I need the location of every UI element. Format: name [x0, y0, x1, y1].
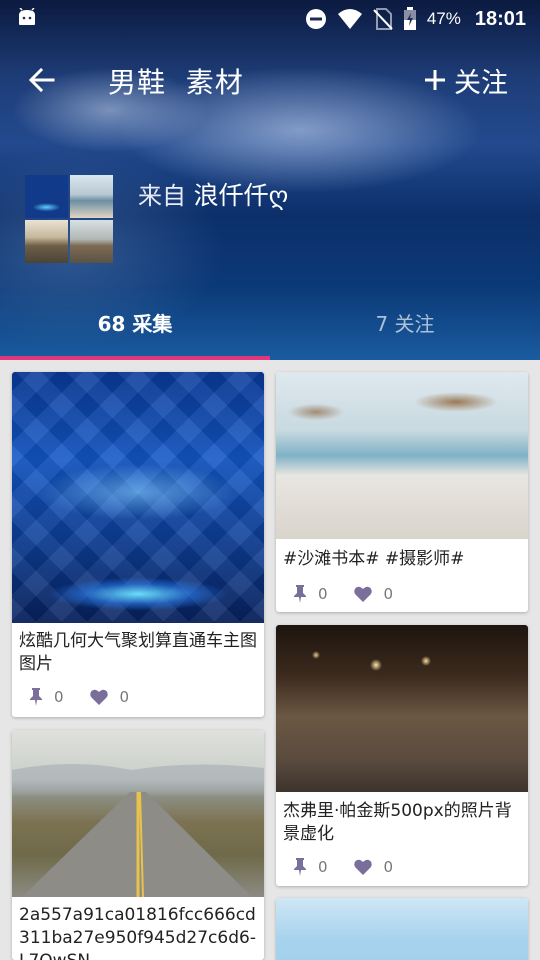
arrow-back-icon	[29, 68, 55, 92]
pin-count: 0	[318, 585, 328, 603]
board-cover-collage	[25, 175, 113, 263]
pin-card[interactable]: 杰弗里·帕金斯500px的照片背景虚化 0 0	[276, 625, 528, 886]
pin-meta: 0 0	[294, 585, 419, 603]
pin-caption: #沙滩书本# #摄影师#	[283, 549, 465, 569]
pin-card[interactable]	[276, 898, 528, 960]
pin-image[interactable]	[276, 372, 528, 539]
tab-collect[interactable]: 68 采集	[0, 308, 270, 337]
pin-icon	[30, 688, 42, 706]
pin-image[interactable]	[276, 898, 528, 960]
tab-indicator	[0, 356, 270, 360]
like-count: 0	[119, 688, 130, 706]
cover-thumb	[25, 175, 68, 218]
android-icon	[19, 8, 35, 25]
pin-count: 0	[54, 688, 64, 706]
pin-icon	[294, 585, 306, 603]
no-sim-icon	[373, 8, 393, 30]
do-not-disturb-icon	[305, 9, 326, 29]
cover-thumb	[25, 220, 68, 263]
heart-icon[interactable]	[353, 859, 372, 875]
like-count: 0	[383, 585, 394, 603]
wifi-icon	[337, 9, 362, 29]
pin-count: 0	[318, 858, 328, 876]
pin-caption: 2a557a91ca01816fcc666cd311ba27e950f945d2…	[19, 905, 256, 960]
clock: 18:01	[474, 7, 526, 30]
author-link[interactable]: 浪仟仟ღ	[194, 181, 289, 210]
board-tabs: 68 采集 7 关注	[0, 308, 540, 344]
tab-followers[interactable]: 7 关注	[270, 308, 540, 337]
pin-card[interactable]: 2a557a91ca01816fcc666cd311ba27e950f945d2…	[12, 730, 264, 960]
page-title: 男鞋 素材	[108, 66, 244, 99]
cover-thumb	[70, 220, 113, 263]
pin-image[interactable]	[276, 625, 528, 792]
pin-image[interactable]	[12, 372, 264, 623]
battery-percent: 47%	[426, 9, 461, 28]
heart-icon[interactable]	[89, 689, 108, 705]
heart-icon[interactable]	[353, 586, 372, 602]
battery-icon	[403, 7, 416, 30]
back-button[interactable]	[22, 60, 62, 100]
cover-thumb	[70, 175, 113, 218]
follow-button[interactable]: 关注	[424, 60, 508, 100]
status-bar: 47% 18:01	[0, 0, 540, 38]
road-image-detail	[12, 764, 264, 897]
pin-image[interactable]	[12, 730, 264, 897]
pin-card[interactable]: #沙滩书本# #摄影师# 0 0	[276, 372, 528, 612]
pin-caption: 炫酷几何大气聚划算直通车主图图片	[19, 631, 257, 674]
plus-icon	[425, 70, 445, 90]
board-header: 47% 18:01 男鞋 素材 关注 来自 浪仟仟ღ 68 采集 7 关注	[0, 0, 540, 360]
source-prefix: 来自	[138, 182, 186, 210]
pin-card[interactable]: 炫酷几何大气聚划算直通车主图图片 0 0	[12, 372, 264, 717]
pin-icon	[294, 858, 306, 876]
like-count: 0	[383, 858, 394, 876]
pin-caption: 杰弗里·帕金斯500px的照片背景虚化	[283, 801, 512, 844]
pin-meta: 0 0	[294, 858, 419, 876]
follow-label: 关注	[454, 67, 508, 99]
toolbar: 男鞋 素材 关注	[0, 52, 540, 108]
pin-meta: 0 0	[30, 688, 155, 706]
board-source: 来自 浪仟仟ღ	[138, 176, 288, 212]
